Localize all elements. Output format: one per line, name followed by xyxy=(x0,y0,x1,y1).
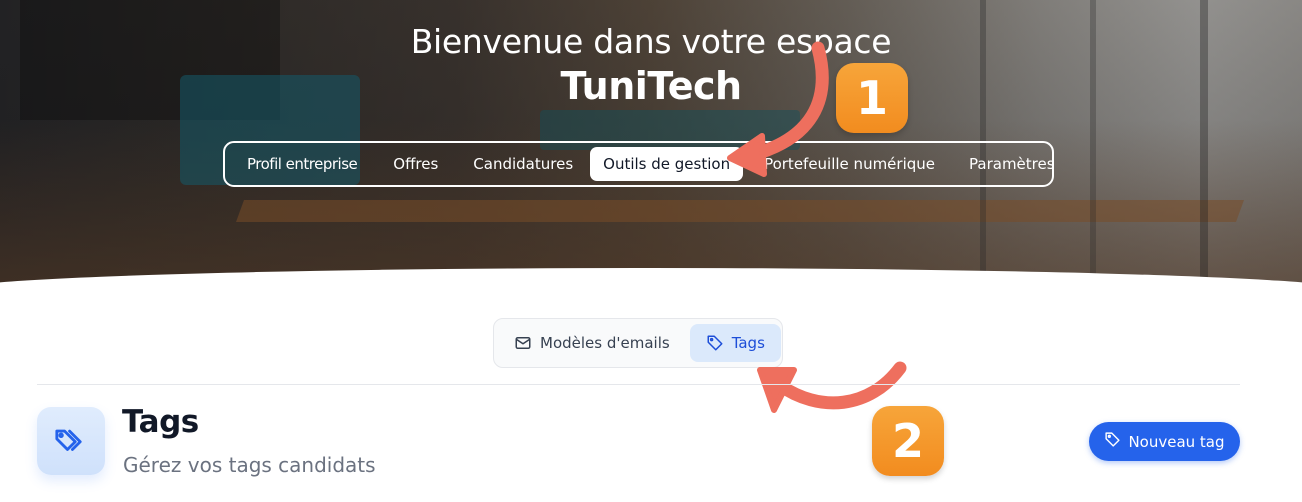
mail-icon xyxy=(514,334,532,352)
tag-icon xyxy=(706,334,724,352)
sub-tabs: Modèles d'emails Tags xyxy=(493,318,783,368)
hero-company-name: TuniTech xyxy=(560,64,742,108)
page-subtitle: Gérez vos tags candidats xyxy=(123,453,376,477)
nav-item-candidatures[interactable]: Candidatures xyxy=(460,147,586,181)
annotation-badge-1: 1 xyxy=(836,63,908,133)
nav-item-parametres[interactable]: Paramètres xyxy=(956,147,1068,181)
annotation-arrow-1 xyxy=(727,41,829,177)
new-tag-button[interactable]: Nouveau tag xyxy=(1089,422,1240,461)
tags-icon xyxy=(37,407,105,475)
main-nav: Profil entreprise Offres Candidatures Ou… xyxy=(223,141,1055,187)
nav-item-profil-entreprise[interactable]: Profil entreprise xyxy=(236,147,368,181)
tab-modeles-emails[interactable]: Modèles d'emails xyxy=(500,324,684,362)
hero-banner: Bienvenue dans votre espace TuniTech Pro… xyxy=(0,0,1302,290)
annotation-badge-2: 2 xyxy=(872,406,944,476)
tag-icon xyxy=(1104,431,1121,452)
tab-label: Modèles d'emails xyxy=(540,334,670,352)
page-title: Tags xyxy=(122,404,199,440)
hero-welcome-text: Bienvenue dans votre espace xyxy=(410,22,892,61)
nav-item-offres[interactable]: Offres xyxy=(380,147,451,181)
section-divider xyxy=(37,384,1240,385)
tab-label: Tags xyxy=(731,334,765,352)
new-tag-button-label: Nouveau tag xyxy=(1128,432,1225,451)
